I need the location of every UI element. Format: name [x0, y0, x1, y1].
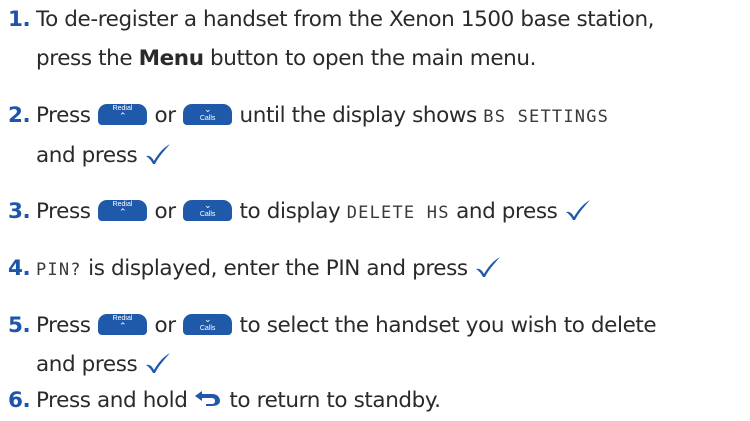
text: button to open the main menu.: [203, 46, 537, 71]
step-text: PIN? is displayed, enter the PIN and pre…: [36, 253, 748, 286]
text: Press: [36, 199, 98, 224]
down-arrow-icon: ⌄: [204, 105, 212, 115]
text: and press: [36, 143, 144, 168]
step-line: and press: [36, 349, 748, 381]
text: or: [148, 103, 183, 128]
step-number: 4.: [8, 256, 31, 281]
text: and press: [36, 352, 144, 377]
text: to return to standby.: [222, 388, 441, 413]
text: to display: [233, 199, 347, 224]
check-icon: [145, 353, 170, 373]
calls-down-key-icon: ⌄ Calls: [183, 104, 233, 125]
up-arrow-icon: ⌃: [118, 112, 127, 122]
up-arrow-icon: ⌃: [118, 208, 127, 218]
text: and press: [449, 199, 564, 224]
step-line: PIN? is displayed, enter the PIN and pre…: [36, 253, 748, 286]
step-number: 2.: [8, 103, 31, 128]
back-arrow-icon: [194, 391, 220, 406]
text: until the display shows: [233, 103, 484, 128]
text: press the: [36, 46, 139, 71]
redial-up-key-icon: Redial ⌃: [98, 314, 148, 335]
key-label: Calls: [199, 115, 216, 122]
step-line: To de-register a handset from the Xenon …: [36, 4, 748, 36]
step-line: Press Redial ⌃ or ⌄ Calls to display DELET…: [36, 196, 748, 229]
text: To de-register a handset from the Xenon …: [36, 7, 655, 32]
calls-down-key-icon: ⌄ Calls: [183, 314, 233, 335]
up-arrow-icon: ⌃: [118, 322, 127, 332]
step-text: Press Redial ⌃ or ⌄ Calls to select the ha…: [36, 310, 748, 381]
step-text: Press Redial ⌃ or ⌄ Calls until the displa…: [36, 100, 748, 172]
step-text: To de-register a handset from the Xenon …: [36, 4, 748, 75]
step-number: 3.: [8, 199, 31, 224]
check-icon: [565, 200, 590, 220]
check-icon: [145, 144, 170, 164]
step-line: press the Menu button to open the main m…: [36, 43, 748, 75]
step-number: 1.: [8, 7, 31, 32]
text: or: [148, 199, 183, 224]
key-label: Calls: [199, 211, 216, 218]
text: Press: [36, 103, 98, 128]
key-label: Calls: [199, 325, 216, 332]
lcd-text: PIN?: [36, 260, 82, 280]
menu-button-label: Menu: [138, 46, 204, 71]
text: Press and hold: [36, 388, 194, 413]
step-number: 6.: [8, 388, 31, 413]
text: or: [148, 313, 183, 338]
lcd-text: DELETE HS: [346, 203, 450, 223]
step-text: Press Redial ⌃ or ⌄ Calls to display DELET…: [36, 196, 748, 229]
step-number: 5.: [8, 313, 31, 338]
calls-down-key-icon: ⌄ Calls: [183, 200, 233, 221]
text: Press: [36, 313, 98, 338]
text: is displayed, enter the PIN and press: [81, 256, 475, 281]
step-line: Press Redial ⌃ or ⌄ Calls until the displa…: [36, 100, 748, 133]
check-icon: [476, 257, 501, 277]
step-text: Press and hold to return to standby.: [36, 385, 748, 417]
down-arrow-icon: ⌄: [204, 201, 212, 211]
lcd-text: BS SETTINGS: [483, 107, 610, 127]
step-line: Press Redial ⌃ or ⌄ Calls to select the ha…: [36, 310, 748, 342]
step-line: and press: [36, 140, 748, 172]
redial-up-key-icon: Redial ⌃: [98, 104, 148, 125]
redial-up-key-icon: Redial ⌃: [98, 200, 148, 221]
text: to select the handset you wish to delete: [233, 313, 657, 338]
down-arrow-icon: ⌄: [204, 315, 212, 325]
step-line: Press and hold to return to standby.: [36, 385, 748, 417]
instruction-page: 1. To de-register a handset from the Xen…: [0, 0, 750, 421]
